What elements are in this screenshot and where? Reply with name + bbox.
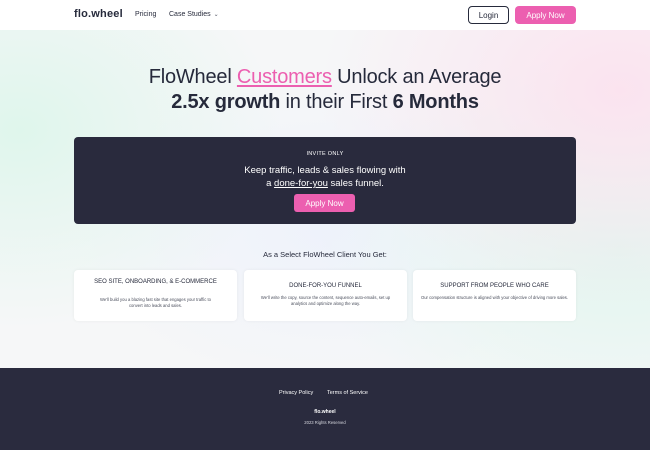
terms-of-service-link[interactable]: Terms of Service	[327, 390, 368, 396]
nav-pricing[interactable]: Pricing	[135, 11, 156, 18]
feature-card-support: SUPPORT FROM PEOPLE WHO CARE Our compens…	[413, 270, 576, 321]
login-button[interactable]: Login	[468, 6, 509, 24]
feature-title: SEO SITE, ONBOARDING, & E-COMMERCE	[94, 279, 217, 285]
hero-line1-pre: FloWheel	[148, 66, 237, 88]
feature-title: SUPPORT FROM PEOPLE WHO CARE	[440, 283, 549, 289]
apply-now-button-header[interactable]: Apply Now	[515, 6, 576, 24]
nav-case-studies-label: Case Studies	[169, 11, 211, 18]
site-logo[interactable]: flo.wheel	[74, 8, 123, 20]
hero-headline-line2: 2.5x growth in their First 6 Months	[0, 91, 650, 114]
hero-customers-link[interactable]: Customers	[237, 66, 332, 88]
nav-case-studies[interactable]: Case Studies ⌄	[169, 11, 219, 18]
feature-desc: We'll build you a blazing fast site that…	[100, 297, 211, 308]
invite-card: INVITE ONLY Keep traffic, leads & sales …	[74, 137, 576, 224]
feature-title: DONE-FOR-YOU FUNNEL	[289, 283, 362, 289]
invite-label: INVITE ONLY	[306, 151, 344, 157]
invite-text-line1: Keep traffic, leads & sales flowing with	[244, 165, 406, 176]
invite-text2-pre: a	[266, 178, 275, 189]
hero-line2-mid: in their First	[280, 91, 393, 113]
privacy-policy-link[interactable]: Privacy Policy	[279, 390, 313, 396]
apply-now-button-invite[interactable]: Apply Now	[294, 194, 355, 212]
hero-months-stat: 6 Months	[392, 91, 479, 113]
invite-text-line2: a done-for-you sales funnel.	[74, 178, 576, 189]
copyright-text: 2023 Rights Reserved	[304, 420, 346, 425]
feature-card-seo: SEO SITE, ONBOARDING, & E-COMMERCE We'll…	[74, 270, 237, 321]
feature-card-funnel: DONE-FOR-YOU FUNNEL We'll write the copy…	[244, 270, 407, 321]
chevron-down-icon: ⌄	[213, 12, 219, 18]
hero-growth-stat: 2.5x growth	[171, 91, 281, 113]
footer-logo: flo.wheel	[314, 409, 336, 415]
feature-desc: Our compensation structure is aligned wi…	[420, 295, 569, 300]
hero-line1-post: Unlock an Average	[331, 66, 502, 88]
hero-headline-line1: FloWheel Customers Unlock an Average	[0, 66, 650, 89]
feature-desc: We'll write the copy, source the content…	[260, 295, 391, 306]
site-header: flo.wheel Pricing Case Studies ⌄ Login A…	[0, 0, 650, 30]
features-heading: As a Select FloWheel Client You Get:	[263, 250, 387, 259]
done-for-you-link[interactable]: done-for-you	[274, 178, 328, 189]
site-footer: Privacy Policy Terms of Service flo.whee…	[0, 368, 650, 450]
invite-text2-post: sales funnel.	[327, 178, 384, 189]
